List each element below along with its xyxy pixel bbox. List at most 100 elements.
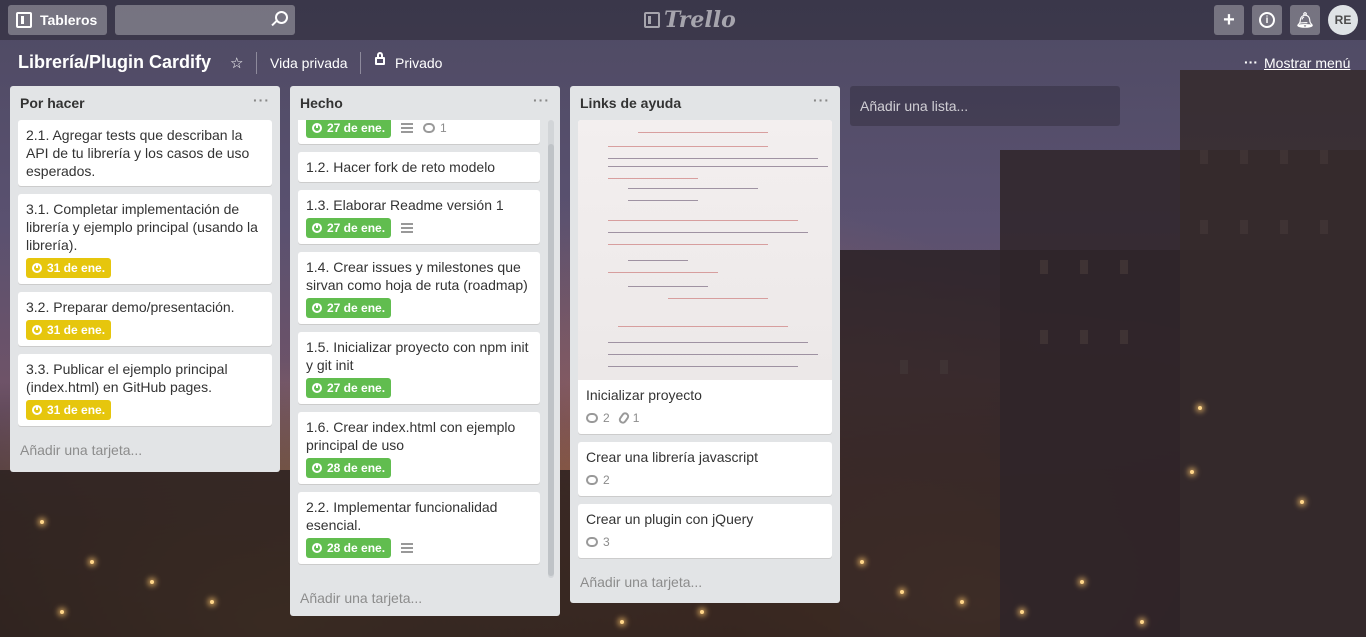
card[interactable]: 1.6. Crear index.html con ejemplo princi… xyxy=(298,412,540,484)
card-title: 2.2. Implementar funcionalidad esencial. xyxy=(306,499,498,533)
clock-icon xyxy=(312,303,322,313)
attachment-count: 1 xyxy=(632,411,640,425)
list-header[interactable]: Por hacer ··· xyxy=(10,86,280,120)
list-menu-icon[interactable]: ··· xyxy=(533,92,550,108)
comment-count: 2 xyxy=(603,411,610,425)
list-links-de-ayuda: Links de ayuda ··· Inicializar proyecto … xyxy=(570,86,840,603)
card-cover-image xyxy=(578,120,832,380)
due-badge: 31 de ene. xyxy=(26,320,112,340)
due-date: 27 de ene. xyxy=(327,221,386,235)
lock-icon xyxy=(375,52,385,65)
privacy-button[interactable]: Privado xyxy=(395,55,442,71)
due-badge: 31 de ene. xyxy=(26,400,112,420)
info-icon: i xyxy=(1259,12,1275,28)
card[interactable]: 1.4. Crear issues y milestones que sirva… xyxy=(298,252,540,324)
list-por-hacer: Por hacer ··· 2.1. Agregar tests que des… xyxy=(10,86,280,472)
notifications-button[interactable]: 🔔︎ xyxy=(1290,5,1320,35)
list-menu-icon[interactable]: ··· xyxy=(253,92,270,108)
description-icon xyxy=(401,123,414,133)
due-date: 28 de ene. xyxy=(327,461,386,475)
add-button[interactable]: + xyxy=(1214,5,1244,35)
due-date: 31 de ene. xyxy=(47,323,106,337)
list-title[interactable]: Hecho xyxy=(300,95,343,111)
card[interactable]: Crear una librería javascript 2 xyxy=(578,442,832,496)
clock-icon xyxy=(312,543,322,553)
card[interactable]: 3.1. Completar implementación de librerí… xyxy=(18,194,272,284)
comment-icon xyxy=(586,413,598,423)
card-title: Crear una librería javascript xyxy=(586,449,758,465)
list-header[interactable]: Hecho ··· xyxy=(290,86,560,120)
list-scrollbar[interactable] xyxy=(548,120,554,578)
card[interactable]: 2.1. Agregar tests que describan la API … xyxy=(18,120,272,186)
due-date: 27 de ene. xyxy=(327,301,386,315)
card-title: 1.4. Crear issues y milestones que sirva… xyxy=(306,259,528,293)
clock-icon xyxy=(312,463,322,473)
card[interactable]: 1.2. Hacer fork de reto modelo xyxy=(298,152,540,182)
card[interactable]: 3.2. Preparar demo/presentación. 31 de e… xyxy=(18,292,272,346)
card-title: 1.6. Crear index.html con ejemplo princi… xyxy=(306,419,516,453)
info-button[interactable]: i xyxy=(1252,5,1282,35)
trello-logo[interactable]: Trello xyxy=(644,6,736,34)
scrollbar-thumb[interactable] xyxy=(548,144,554,576)
team-visibility-button[interactable]: Vida privada xyxy=(270,55,348,71)
card[interactable]: 3.3. Publicar el ejemplo principal (inde… xyxy=(18,354,272,426)
card-title: Inicializar proyecto xyxy=(586,387,702,403)
card-title: Crear un plugin con jQuery xyxy=(586,511,754,527)
clock-icon xyxy=(312,223,322,233)
more-icon: ··· xyxy=(1244,54,1258,70)
clock-icon xyxy=(312,383,322,393)
due-badge: 31 de ene. xyxy=(26,258,112,278)
board-title[interactable]: Librería/Plugin Cardify xyxy=(18,52,211,73)
comment-count: 2 xyxy=(603,473,610,487)
divider xyxy=(360,52,361,74)
list-header[interactable]: Links de ayuda ··· xyxy=(570,86,840,120)
plus-icon: + xyxy=(1223,8,1235,31)
card-title: 3.3. Publicar el ejemplo principal (inde… xyxy=(26,361,228,395)
star-icon[interactable]: ☆ xyxy=(230,54,243,72)
clock-icon xyxy=(32,325,42,335)
comment-icon xyxy=(423,123,436,133)
add-card-button[interactable]: Añadir una tarjeta... xyxy=(10,434,280,468)
due-date: 27 de ene. xyxy=(327,381,386,395)
card-title: 1.2. Hacer fork de reto modelo xyxy=(306,159,496,175)
description-icon xyxy=(401,223,414,233)
card[interactable]: 2.2. Implementar funcionalidad esencial.… xyxy=(298,492,540,564)
list-title[interactable]: Links de ayuda xyxy=(580,95,681,111)
list-menu-icon[interactable]: ··· xyxy=(813,92,830,108)
attachment-icon xyxy=(616,410,631,426)
trello-logo-text: Trello xyxy=(664,7,736,33)
add-list-button[interactable]: Añadir una lista... xyxy=(850,86,1120,126)
bell-icon: 🔔︎ xyxy=(1295,12,1315,29)
show-menu-button[interactable]: Mostrar menú xyxy=(1264,55,1350,71)
due-date: 31 de ene. xyxy=(47,403,106,417)
due-date: 31 de ene. xyxy=(47,261,106,275)
due-badge: 27 de ene. xyxy=(306,218,392,238)
add-card-button[interactable]: Añadir una tarjeta... xyxy=(570,566,840,600)
boards-button[interactable]: Tableros xyxy=(8,5,107,35)
search-input[interactable] xyxy=(115,5,295,35)
comment-icon xyxy=(586,475,598,485)
due-badge: 27 de ene. xyxy=(306,378,392,398)
boards-icon xyxy=(16,12,32,28)
card[interactable]: 1.3. Elaborar Readme versión 1 27 de ene… xyxy=(298,190,540,244)
comment-icon xyxy=(586,537,598,547)
due-date: 28 de ene. xyxy=(327,541,386,555)
boards-button-label: Tableros xyxy=(40,12,98,28)
divider xyxy=(256,52,257,74)
card[interactable]: Crear un plugin con jQuery 3 xyxy=(578,504,832,558)
due-badge: 27 de ene. xyxy=(306,298,392,318)
add-card-button[interactable]: Añadir una tarjeta... xyxy=(290,578,560,616)
card[interactable]: 27 de ene. 1 xyxy=(298,120,540,144)
card-title: 2.1. Agregar tests que describan la API … xyxy=(26,127,250,179)
card[interactable]: Inicializar proyecto 2 1 xyxy=(578,120,832,434)
clock-icon xyxy=(312,123,322,133)
card-title: 3.1. Completar implementación de librerí… xyxy=(26,201,258,253)
due-badge: 28 de ene. xyxy=(306,458,392,478)
card-title: 3.2. Preparar demo/presentación. xyxy=(26,299,235,315)
list-title[interactable]: Por hacer xyxy=(20,95,85,111)
due-badge: 27 de ene. xyxy=(306,120,392,138)
list-hecho: Hecho ··· 27 de ene. 1 1.2. Hacer fork d… xyxy=(290,86,560,616)
avatar[interactable]: RE xyxy=(1328,5,1358,35)
search-icon[interactable] xyxy=(275,11,288,24)
card[interactable]: 1.5. Inicializar proyecto con npm init y… xyxy=(298,332,540,404)
